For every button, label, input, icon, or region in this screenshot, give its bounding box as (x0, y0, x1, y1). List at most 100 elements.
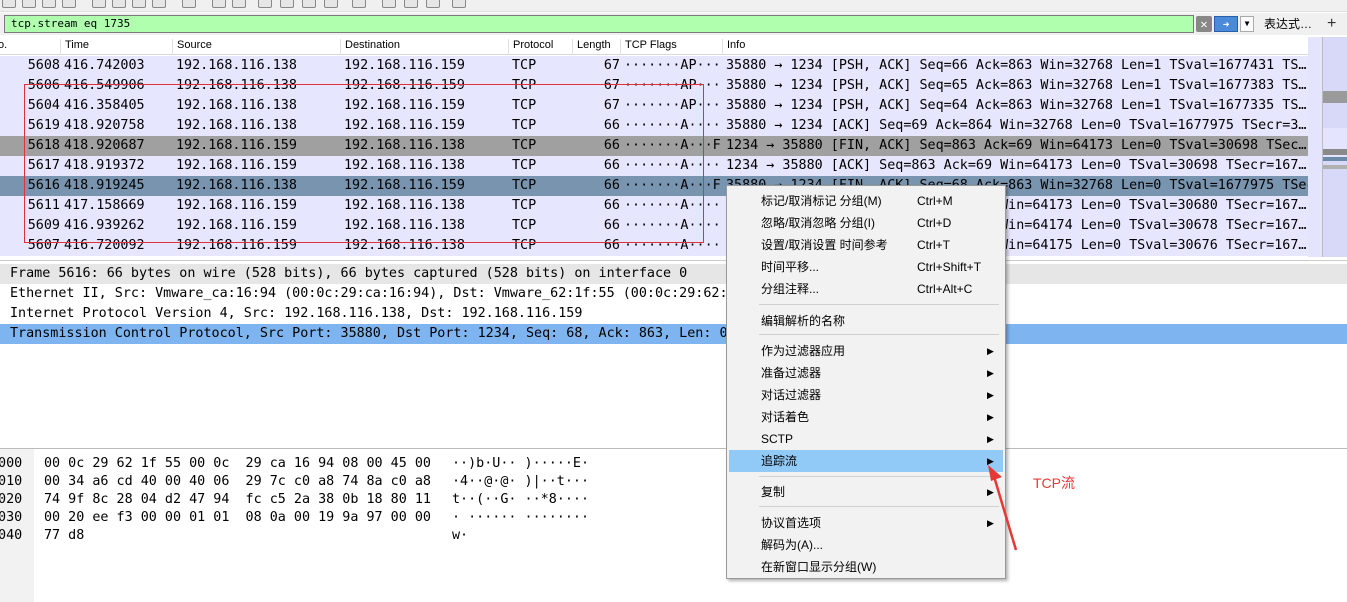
detail-ip[interactable]: Internet Protocol Version 4, Src: 192.16… (0, 304, 1347, 324)
context-menu-item[interactable]: 分组注释... Ctrl+Alt+C (729, 278, 1003, 300)
column-header-tcp-flags[interactable]: TCP Flags (620, 39, 722, 55)
detail-ethernet[interactable]: Ethernet II, Src: Vmware_ca:16:94 (00:0c… (0, 284, 1347, 304)
context-menu-item[interactable]: 作为过滤器应用 ▶ (729, 340, 1003, 362)
context-menu-item[interactable]: 时间平移... Ctrl+Shift+T (729, 256, 1003, 278)
packet-list: o. Time Source Destination Protocol Leng… (0, 37, 1347, 257)
column-header-destination[interactable]: Destination (340, 39, 508, 55)
column-header-time[interactable]: Time (60, 39, 172, 55)
column-header-source[interactable]: Source (172, 39, 340, 55)
packet-list-minimap[interactable] (1322, 37, 1347, 257)
column-header-protocol[interactable]: Protocol (508, 39, 572, 55)
context-menu-item[interactable]: 复制 ▶ (729, 481, 1003, 503)
column-header-no[interactable]: o. (0, 39, 60, 55)
main-toolbar (0, 0, 1347, 12)
menu-item-label: 准备过滤器 (761, 366, 822, 380)
options-icon[interactable] (42, 0, 56, 8)
minimap-mark (1323, 149, 1347, 155)
context-menu-item[interactable]: 准备过滤器 ▶ (729, 362, 1003, 384)
bytes-offset: 0040 (0, 528, 23, 543)
minimap-mark (1323, 157, 1347, 161)
red-arrow-annotation (988, 465, 1018, 551)
reload-icon[interactable] (152, 0, 166, 8)
context-menu-item[interactable]: 编辑解析的名称 (729, 310, 1003, 332)
menu-item-label: 解码为(A)... (761, 538, 823, 552)
context-menu-item[interactable]: 设置/取消设置 时间参考 Ctrl+T (729, 234, 1003, 256)
submenu-arrow-icon: ▶ (987, 368, 994, 378)
goto-icon[interactable] (258, 0, 272, 8)
context-menu-item[interactable]: 解码为(A)... (729, 534, 1003, 556)
packet-cell-flags: ·······AP··· (624, 58, 721, 73)
open-file-icon[interactable] (92, 0, 106, 8)
column-header-length[interactable]: Length (572, 39, 620, 55)
display-filter-input[interactable]: tcp.stream eq 1735 (4, 15, 1194, 33)
detail-frame[interactable]: Frame 5616: 66 bytes on wire (528 bits),… (0, 264, 1347, 284)
bytes-hex: 00 20 ee f3 00 00 01 01 08 0a 00 19 9a 9… (44, 510, 431, 525)
find-icon[interactable] (182, 0, 196, 8)
packet-row[interactable]: 5608 416.742003 192.168.116.138 192.168.116… (0, 56, 1308, 76)
menu-item-label: 作为过滤器应用 (761, 344, 846, 358)
autoscroll-icon[interactable] (324, 0, 338, 8)
context-menu-item[interactable]: 协议首选项 ▶ (729, 512, 1003, 534)
minimap-mark (1323, 91, 1347, 103)
record-icon[interactable] (62, 0, 76, 8)
bytes-hex: 00 34 a6 cd 40 00 40 06 29 7c c0 a8 74 8… (44, 474, 431, 489)
context-menu-item[interactable]: 在新窗口显示分组(W) (729, 556, 1003, 578)
packet-bytes-pane: 0000 00 0c 29 62 1f 55 00 0c 29 ca 16 94 … (0, 448, 1347, 602)
bytes-offset: 0030 (0, 510, 23, 525)
bytes-offset: 0000 (0, 456, 23, 471)
bytes-ascii: · ······ ········ (452, 510, 590, 525)
packet-cell-dst: 192.168.116.159 (344, 58, 465, 73)
highlight-box-annotation (24, 84, 704, 243)
back-icon[interactable] (212, 0, 226, 8)
add-filter-button-icon[interactable]: + (1327, 15, 1336, 33)
restart-capture-icon[interactable] (22, 0, 36, 8)
stop-capture-icon[interactable] (2, 0, 16, 8)
menu-separator (759, 304, 999, 305)
bytes-ascii: ··)b·U·· )·····E· (452, 456, 590, 471)
menu-item-label: 编辑解析的名称 (761, 314, 846, 328)
resize-columns-icon[interactable] (452, 0, 466, 8)
filter-history-dropdown-icon[interactable]: ▼ (1240, 16, 1254, 32)
zoom-in-icon[interactable] (382, 0, 396, 8)
menu-separator (759, 506, 999, 507)
context-menu-item[interactable]: 标记/取消标记 分组(M) Ctrl+M (729, 190, 1003, 212)
packet-cell-no: 5608 (27, 58, 60, 73)
bytes-hex: 77 d8 (44, 528, 85, 543)
context-menu-item[interactable]: SCTP ▶ (729, 428, 1003, 450)
menu-item-label: 协议首选项 (761, 516, 822, 530)
forward-icon[interactable] (232, 0, 246, 8)
packet-cell-time: 416.742003 (64, 58, 145, 73)
packet-list-scrollbar[interactable] (1308, 37, 1322, 257)
packet-cell-info: 35880 → 1234 [PSH, ACK] Seq=64 Ack=863 W… (726, 98, 1307, 113)
bytes-ascii: ·4··@·@· )|··t··· (452, 474, 590, 489)
context-menu-item[interactable]: 对话着色 ▶ (729, 406, 1003, 428)
zoom-out-icon[interactable] (404, 0, 418, 8)
menu-item-label: 在新窗口显示分组(W) (761, 560, 877, 574)
normal-size-icon[interactable] (426, 0, 440, 8)
tcp-stream-annotation-label: TCP流 (1033, 475, 1075, 491)
apply-filter-icon[interactable]: ➜ (1214, 16, 1238, 32)
close-file-icon[interactable] (132, 0, 146, 8)
save-file-icon[interactable] (112, 0, 126, 8)
first-packet-icon[interactable] (280, 0, 294, 8)
context-menu: 标记/取消标记 分组(M) Ctrl+M 忽略/取消忽略 分组(I) Ctrl+D 设置… (726, 185, 1006, 579)
arrow-head (988, 465, 1002, 481)
context-menu-item[interactable]: 追踪流 ▶ (729, 450, 1003, 472)
menu-item-shortcut: Ctrl+Alt+C (917, 282, 973, 296)
last-packet-icon[interactable] (302, 0, 316, 8)
bytes-hex: 00 0c 29 62 1f 55 00 0c 29 ca 16 94 08 0… (44, 456, 431, 471)
clear-filter-icon[interactable]: ✕ (1196, 16, 1212, 32)
menu-item-label: 分组注释... (761, 282, 820, 296)
submenu-arrow-icon: ▶ (987, 390, 994, 400)
context-menu-item[interactable]: 忽略/取消忽略 分组(I) Ctrl+D (729, 212, 1003, 234)
colorize-icon[interactable] (352, 0, 366, 8)
expression-button[interactable]: 表达式… (1264, 16, 1312, 32)
detail-tcp[interactable]: Transmission Control Protocol, Src Port:… (0, 324, 1347, 344)
submenu-arrow-icon: ▶ (987, 434, 994, 444)
context-menu-item[interactable]: 对话过滤器 ▶ (729, 384, 1003, 406)
menu-item-label: 对话过滤器 (761, 388, 822, 402)
display-filter-bar: tcp.stream eq 1735 ✕ ➜ ▼ 表达式… + (0, 13, 1347, 35)
column-header-info[interactable]: Info (722, 39, 1308, 55)
submenu-arrow-icon: ▶ (987, 346, 994, 356)
menu-item-label: 复制 (761, 485, 786, 499)
